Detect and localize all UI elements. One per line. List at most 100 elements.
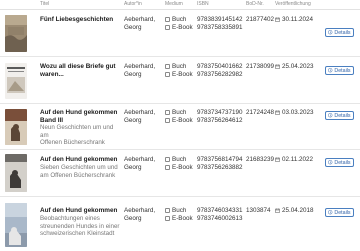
book-title[interactable]: Auf den Hund gekommen <box>40 156 122 164</box>
bod-number: 21738099 <box>246 63 275 70</box>
table-row: Fünf Liebesgeschichten Aeberhard, Georg … <box>0 10 360 57</box>
table-row: Auf den Hund gekommen Band III Neun Gesc… <box>0 104 360 150</box>
checkbox-icon <box>165 72 170 78</box>
book-cover[interactable] <box>5 109 27 145</box>
media-label: E-Book <box>172 116 193 124</box>
media-list: Buch E-Book <box>165 109 195 125</box>
bod-number: 21724248 <box>246 109 275 116</box>
subtitle-line: Neun Geschichten um und am <box>40 124 114 139</box>
calendar-icon <box>275 64 280 70</box>
bod-number: 21877402 <box>246 16 275 23</box>
details-button[interactable]: Details <box>325 158 354 167</box>
header-titel[interactable]: Titel <box>40 1 49 7</box>
header-bod-nr[interactable]: BoD-Nr. <box>246 1 264 7</box>
header-medium[interactable]: Medium <box>165 1 183 7</box>
media-label: E-Book <box>172 214 193 222</box>
isbn-value: 9783839145142 <box>197 16 243 23</box>
checkbox-icon <box>165 165 170 171</box>
table-row: Auf den Hund gekommen Sieben Geschichten… <box>0 150 360 197</box>
isbn-value: 9783756814794 <box>197 156 243 163</box>
date-value: 25.04.2023 <box>282 63 314 70</box>
calendar-icon <box>275 157 280 163</box>
details-button[interactable]: Details <box>325 111 354 120</box>
title-line: waren... <box>40 70 64 78</box>
isbn-value: 9783746002613 <box>197 214 243 222</box>
subtitle-line: streunenden Hundes in einer <box>40 222 120 230</box>
isbn: 9783839145142 9783758335891 <box>197 16 247 32</box>
book-cover[interactable] <box>5 203 27 247</box>
book-title[interactable]: Auf den Hund gekommen <box>40 207 122 215</box>
calendar-icon <box>275 110 280 116</box>
publication-date: 02.11.2022 <box>275 156 321 164</box>
author-line: Georg <box>124 116 142 124</box>
table-row: Wozu all diese Briefe gut waren... Aeber… <box>0 57 360 104</box>
bod-number: 21683239 <box>246 156 275 163</box>
subtitle-line: Beobachtungen eines <box>40 215 100 222</box>
book-table: Titel Autor*in Medium ISBN BoD-Nr. Veröf… <box>0 0 360 251</box>
subtitle-line: am Offenen Bücherschrank <box>40 171 116 179</box>
details-button[interactable]: Details <box>325 28 354 37</box>
media-list: Buch E-Book <box>165 16 195 32</box>
title-line: Wozu all diese Briefe gut <box>40 63 116 70</box>
book-title[interactable]: Fünf Liebesgeschichten <box>40 16 122 24</box>
info-icon <box>328 160 333 165</box>
book-subtitle: Sieben Geschichten um und am Offenen Büc… <box>40 164 122 179</box>
author-line: Georg <box>124 70 142 78</box>
media-label: Buch <box>172 207 187 214</box>
info-icon <box>328 113 333 118</box>
media-label: Buch <box>172 156 187 163</box>
header-veroeffentlichung[interactable]: Veröffentlichung <box>275 1 311 7</box>
publication-date: 25.04.2018 <box>275 207 321 215</box>
isbn: 9783750401662 9783756282982 <box>197 63 247 79</box>
title-line: Fünf Liebesgeschichten <box>40 16 114 23</box>
subtitle-line: Offenen Bücherschrank <box>40 139 105 147</box>
isbn: 9783746034331 9783746002613 <box>197 207 247 223</box>
isbn-value: 9783750401662 <box>197 63 243 70</box>
checkbox-icon <box>165 25 170 31</box>
publication-date: 30.11.2024 <box>275 16 321 24</box>
bod-number: 1303874 <box>246 207 271 214</box>
details-label: Details <box>334 159 351 166</box>
author: Aeberhard, Georg <box>124 156 164 172</box>
checkbox-icon <box>165 208 170 214</box>
checkbox-icon <box>165 118 170 124</box>
details-button[interactable]: Details <box>325 208 354 217</box>
details-button[interactable]: Details <box>325 66 354 75</box>
info-icon <box>328 30 333 35</box>
date-value: 25.04.2018 <box>282 207 314 214</box>
header-isbn[interactable]: ISBN <box>197 1 209 7</box>
author-line: Aeberhard, <box>124 16 156 23</box>
details-label: Details <box>334 29 351 36</box>
title-line: Auf den Hund gekommen <box>40 207 118 214</box>
media-list: Buch E-Book <box>165 63 195 79</box>
author: Aeberhard, Georg <box>124 109 164 125</box>
date-value: 02.11.2022 <box>282 156 314 163</box>
checkbox-icon <box>165 64 170 70</box>
author-line: Georg <box>124 214 142 222</box>
header-autor[interactable]: Autor*in <box>124 1 142 7</box>
book-title[interactable]: Auf den Hund gekommen Band III <box>40 109 122 124</box>
book-cover[interactable] <box>5 15 27 52</box>
publication-date: 03.03.2023 <box>275 109 321 117</box>
date-value: 30.11.2024 <box>282 16 314 23</box>
media-label: E-Book <box>172 23 193 31</box>
checkbox-icon <box>165 157 170 163</box>
media-label: Buch <box>172 109 187 116</box>
author: Aeberhard, Georg <box>124 16 164 32</box>
publication-date: 25.04.2023 <box>275 63 321 71</box>
info-icon <box>328 68 333 73</box>
checkbox-icon <box>165 216 170 222</box>
isbn-value: 9783734737190 <box>197 109 243 116</box>
author-line: Aeberhard, <box>124 63 156 70</box>
book-cover[interactable] <box>5 154 27 192</box>
author-line: Georg <box>124 23 142 31</box>
date-value: 03.03.2023 <box>282 109 314 116</box>
title-line: Auf den Hund gekommen <box>40 109 118 116</box>
book-title[interactable]: Wozu all diese Briefe gut waren... <box>40 63 122 78</box>
media-list: Buch E-Book <box>165 156 195 172</box>
media-label: Buch <box>172 63 187 70</box>
subtitle-line: schweizerischen Kleinstadt <box>40 230 115 238</box>
book-cover[interactable] <box>5 63 27 99</box>
details-label: Details <box>334 112 351 119</box>
checkbox-icon <box>165 17 170 23</box>
